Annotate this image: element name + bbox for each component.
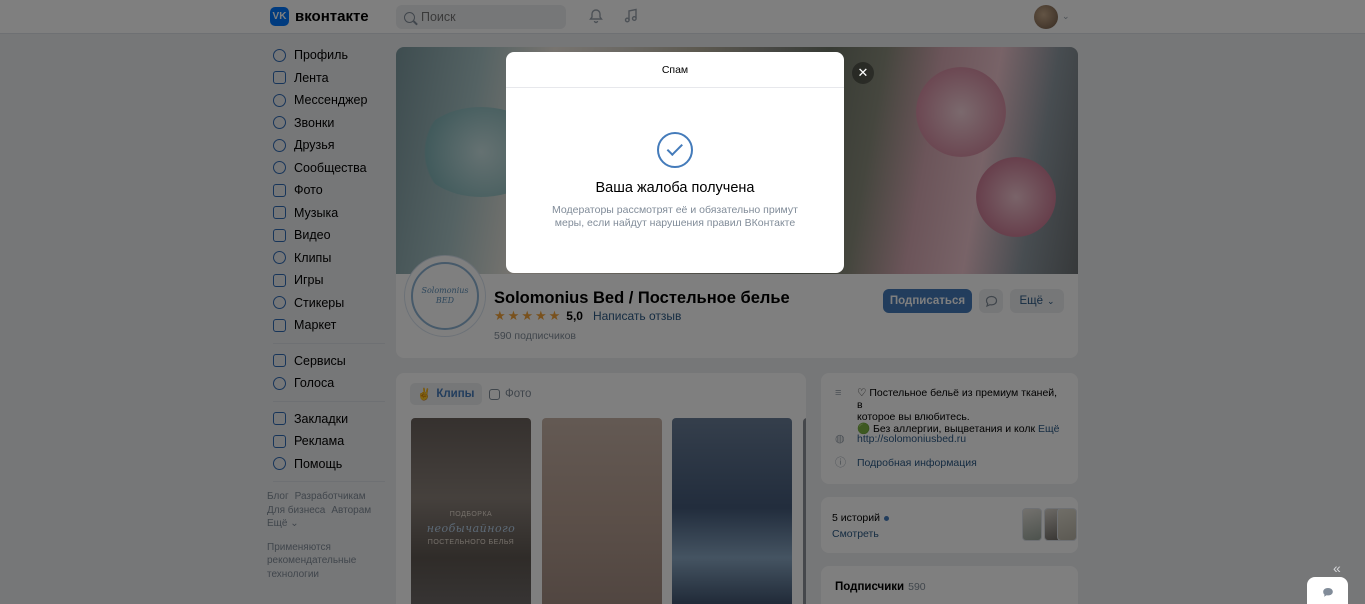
modal-heading: Ваша жалоба получена: [595, 180, 755, 196]
chat-button[interactable]: [1307, 577, 1348, 604]
modal-description: Модераторы рассмотрят её и обязательно п…: [552, 204, 798, 229]
collapse-icon[interactable]: «: [1333, 560, 1341, 576]
chat-icon: [1322, 587, 1333, 597]
modal-title: Спам: [506, 52, 844, 88]
report-modal: Спам Ваша жалоба получена Модераторы рас…: [506, 52, 844, 273]
checkmark-icon: [657, 132, 693, 168]
close-icon[interactable]: ✕: [852, 62, 874, 84]
